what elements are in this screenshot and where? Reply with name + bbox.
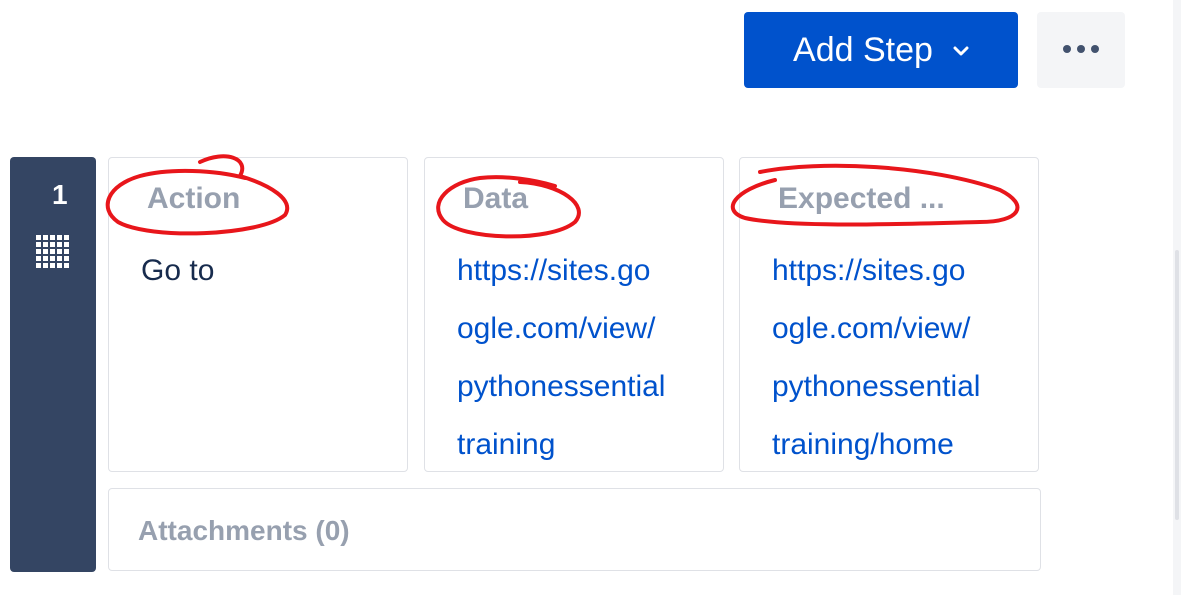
data-label: Data bbox=[463, 182, 529, 215]
more-options-button[interactable] bbox=[1037, 12, 1125, 88]
attachments-bar[interactable]: Attachments (0) bbox=[108, 488, 1041, 571]
scrollbar[interactable] bbox=[1175, 250, 1179, 520]
action-label: Action bbox=[147, 182, 241, 215]
drag-grid-icon[interactable] bbox=[34, 233, 72, 276]
expected-result-card[interactable]: Expected ... https://sites.go ogle.com/v… bbox=[739, 157, 1039, 472]
data-card[interactable]: Data https://sites.go ogle.com/view/ pyt… bbox=[424, 157, 724, 472]
chevron-down-icon bbox=[953, 46, 969, 58]
action-value: Go to bbox=[141, 254, 215, 287]
expected-link[interactable]: https://sites.go ogle.com/view/ pythones… bbox=[772, 242, 1022, 474]
attachments-label: Attachments (0) bbox=[138, 515, 350, 546]
step-number-bar: 1 bbox=[10, 157, 96, 572]
expected-label: Expected ... bbox=[778, 182, 945, 215]
add-step-label: Add Step bbox=[793, 30, 933, 69]
step-number: 1 bbox=[52, 179, 68, 210]
action-card[interactable]: Action Go to bbox=[108, 157, 408, 472]
data-link[interactable]: https://sites.go ogle.com/view/ pythones… bbox=[457, 242, 707, 474]
add-step-button[interactable]: Add Step bbox=[744, 12, 1018, 88]
more-horizontal-icon bbox=[1061, 41, 1101, 59]
